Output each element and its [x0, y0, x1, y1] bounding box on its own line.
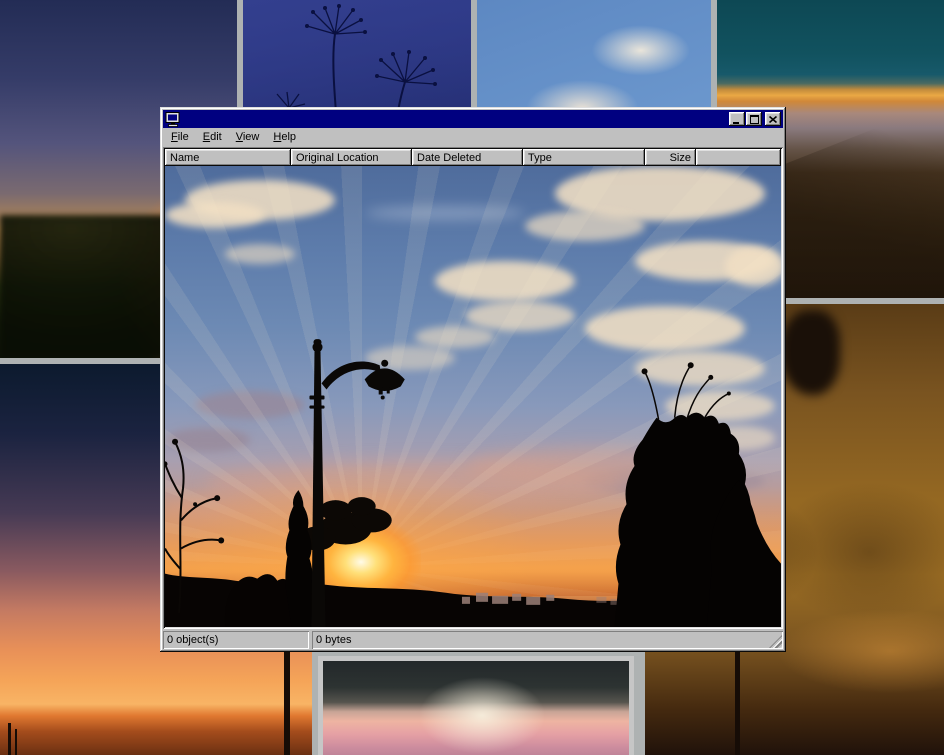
- total-size-text: 0 bytes: [316, 634, 351, 646]
- wooden-pole: [8, 723, 11, 755]
- column-header-filler[interactable]: [696, 149, 781, 166]
- left-tree-leaves: [165, 439, 224, 544]
- column-header-type[interactable]: Type: [523, 149, 645, 166]
- maximize-icon[interactable]: [746, 112, 762, 126]
- menu-edit[interactable]: Edit: [196, 129, 229, 146]
- menu-bar: File Edit View Help: [163, 128, 783, 147]
- tree-silhouette: [780, 310, 840, 395]
- computer-icon: [165, 112, 181, 127]
- menu-help[interactable]: Help: [266, 129, 303, 146]
- object-count-text: 0 object(s): [167, 634, 218, 646]
- sunset-lamp-photo: [165, 166, 781, 627]
- streetlamp-silhouette: [309, 339, 404, 627]
- column-header-original-location[interactable]: Original Location: [291, 149, 412, 166]
- column-header-date-deleted[interactable]: Date Deleted: [412, 149, 523, 166]
- wooden-pole: [15, 729, 17, 755]
- wispy-branches: [645, 365, 729, 419]
- cypress-tree-silhouette: [285, 490, 313, 627]
- menu-view[interactable]: View: [229, 129, 267, 146]
- close-icon[interactable]: [765, 112, 781, 126]
- title-bar[interactable]: [163, 110, 783, 128]
- wallpaper-photo-water-reflection: [318, 656, 634, 755]
- status-object-count: 0 object(s): [163, 631, 309, 649]
- photo-silhouettes: [165, 166, 781, 627]
- menu-file[interactable]: File: [164, 129, 196, 146]
- column-header-size[interactable]: Size: [645, 149, 696, 166]
- column-header-name[interactable]: Name: [165, 149, 291, 166]
- status-bar: 0 object(s) 0 bytes: [163, 631, 783, 649]
- file-list-area[interactable]: Name Original Location Date Deleted Type…: [163, 147, 783, 629]
- minimize-icon[interactable]: [729, 112, 745, 126]
- recycle-bin-window: File Edit View Help Name Original Locati…: [160, 107, 786, 652]
- wooden-pole: [735, 648, 740, 755]
- column-header-row: Name Original Location Date Deleted Type…: [165, 149, 781, 166]
- status-total-size: 0 bytes: [312, 631, 783, 649]
- wispy-branch-tips: [642, 362, 731, 395]
